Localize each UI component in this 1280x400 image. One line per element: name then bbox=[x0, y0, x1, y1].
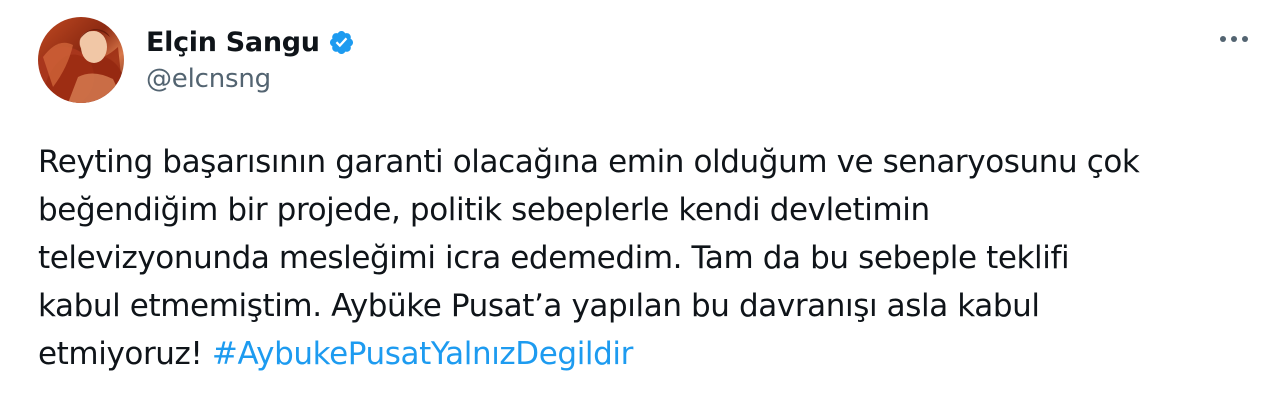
author-display-name[interactable]: Elçin Sangu bbox=[146, 27, 320, 58]
tweet-card: Elçin Sangu @elcnsng Reyting başarısının… bbox=[0, 0, 1280, 400]
tweet-text-line: televizyonunda mesleğimi icra edemedim. … bbox=[38, 240, 1070, 276]
tweet-text-line: beğendiğim bir projede, politik sebepler… bbox=[38, 192, 930, 228]
hashtag-link[interactable]: #AybukePusatYalnızDegildir bbox=[212, 336, 633, 372]
more-options-button[interactable] bbox=[1214, 22, 1254, 56]
more-options-icon bbox=[1220, 36, 1248, 42]
verified-badge-icon[interactable] bbox=[328, 29, 355, 56]
tweet-text-line: kabul etmemiştim. Aybüke Pusat’a yapılan… bbox=[38, 288, 1040, 324]
tweet-text-line: etmiyoruz! bbox=[38, 336, 212, 372]
tweet-text-line: Reyting başarısının garanti olacağına em… bbox=[38, 144, 1140, 180]
avatar-image bbox=[38, 29, 124, 103]
author-handle[interactable]: @elcnsng bbox=[146, 64, 271, 94]
tweet-body: Reyting başarısının garanti olacağına em… bbox=[38, 138, 1258, 378]
avatar[interactable] bbox=[38, 17, 124, 103]
author-name-row: Elçin Sangu bbox=[146, 22, 355, 62]
